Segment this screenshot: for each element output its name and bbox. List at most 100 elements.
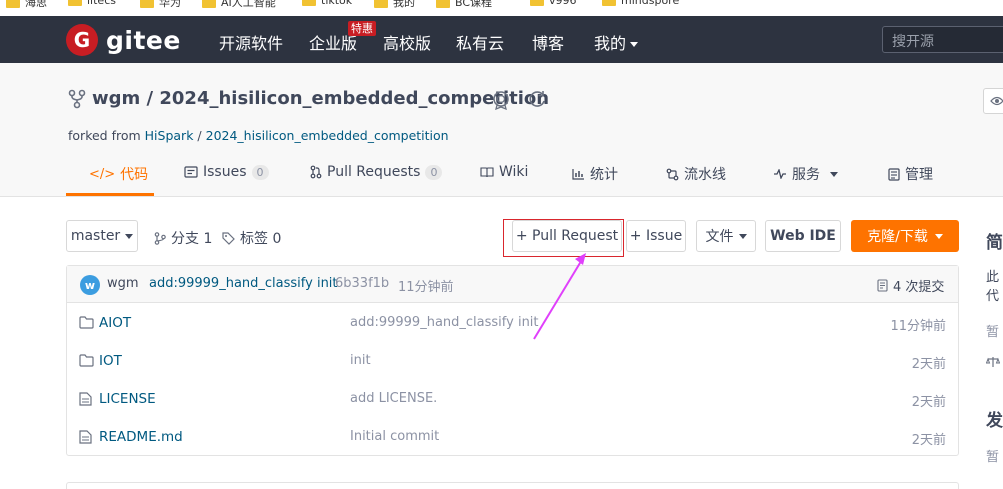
bookmark-item[interactable]: 我的: [374, 0, 415, 10]
book-icon: [480, 167, 494, 178]
folder-icon: [140, 0, 154, 8]
file-time: 11分钟前: [890, 319, 946, 334]
repo-title[interactable]: wgm / 2024_hisilicon_embedded_competitio…: [92, 88, 549, 109]
bookmark-item[interactable]: BC课程: [436, 0, 492, 10]
sidebar-empty: 暂: [986, 325, 1000, 340]
chevron-down-icon: [630, 42, 639, 47]
search-input[interactable]: 搜开源: [882, 26, 1003, 53]
code-icon: </>: [89, 166, 116, 182]
commit-count-link[interactable]: 4 次提交: [877, 276, 944, 295]
forked-owner-link[interactable]: HiSpark: [145, 128, 194, 143]
web-ide-button[interactable]: Web IDE: [765, 220, 841, 252]
issues-icon: [184, 166, 198, 178]
chevron-down-icon: [125, 233, 134, 239]
forked-from: forked from HiSpark / 2024_hisilicon_emb…: [68, 128, 449, 143]
bookmark-item[interactable]: 海思: [6, 0, 47, 10]
nav-open-source[interactable]: 开源软件: [219, 30, 283, 54]
watch-button[interactable]: [983, 88, 1003, 114]
file-commit-message[interactable]: Initial commit: [350, 429, 439, 444]
gvp-badge-icon[interactable]: [492, 90, 510, 110]
tab-services[interactable]: 服务: [773, 164, 838, 184]
commit-hash[interactable]: 6b33f1b: [335, 276, 389, 291]
folder-icon: [374, 0, 388, 8]
sidebar-desc: 此: [986, 270, 1000, 285]
scale-icon: [986, 357, 1000, 367]
chevron-down-icon: [738, 233, 747, 239]
file-name[interactable]: IOT: [99, 353, 122, 369]
eye-icon: [990, 96, 1003, 106]
table-row[interactable]: LICENSE add LICENSE. 2天前: [67, 380, 958, 418]
avatar[interactable]: w: [80, 275, 100, 295]
commit-message[interactable]: add:99999_hand_classify init: [149, 276, 338, 291]
folder-icon: [202, 0, 216, 8]
tag-icon: [222, 231, 235, 245]
commits-icon: [877, 279, 888, 292]
file-time: 2天前: [911, 357, 946, 372]
chevron-down-icon: [934, 233, 943, 239]
tab-issues[interactable]: Issues 0: [184, 164, 269, 180]
tab-pipeline[interactable]: 流水线: [666, 164, 726, 184]
table-row[interactable]: IOT init 2天前: [67, 342, 958, 380]
table-row[interactable]: AIOT add:99999_hand_classify init 11分钟前: [67, 304, 958, 342]
sidebar-empty: 暂: [986, 450, 1000, 465]
latest-commit-bar: w wgm add:99999_hand_classify init 6b33f…: [67, 266, 958, 303]
sync-icon[interactable]: [527, 89, 547, 109]
tab-manage[interactable]: 管理: [888, 164, 933, 184]
folder-icon: [602, 0, 616, 6]
file-name[interactable]: AIOT: [99, 315, 131, 331]
file-commit-message[interactable]: add:99999_hand_classify init: [350, 315, 539, 330]
file-icon: [79, 392, 92, 406]
tab-pull-requests[interactable]: Pull Requests 0: [310, 164, 443, 180]
new-issue-button[interactable]: + Issue: [626, 220, 686, 252]
file-time: 2天前: [911, 433, 946, 448]
nav-mine-label: 我的: [594, 34, 627, 53]
file-menu-button[interactable]: 文件: [696, 220, 756, 252]
bookmark-item[interactable]: mindspore: [602, 0, 679, 7]
annotation-arrow: [533, 253, 586, 340]
file-time: 2天前: [911, 395, 946, 410]
nav-mine[interactable]: 我的: [594, 30, 639, 54]
branches-link[interactable]: 分支 1: [154, 228, 212, 248]
bookmarks-bar: 海思 litecs 华为 AI人工智能 tiktok 我的 BC课程 v996 …: [0, 0, 1003, 16]
pull-requests-count: 0: [425, 164, 443, 180]
bar-chart-icon: [572, 169, 584, 180]
bookmark-item[interactable]: AI人工智能: [202, 0, 276, 10]
sidebar-desc: 代: [986, 289, 1000, 304]
bookmark-item[interactable]: 华为: [140, 0, 181, 10]
forked-repo-link[interactable]: 2024_hisilicon_embedded_competition: [206, 128, 449, 143]
folder-icon: [79, 316, 94, 329]
table-row[interactable]: README.md Initial commit 2天前: [67, 418, 958, 456]
tags-link[interactable]: 标签 0: [222, 228, 281, 248]
folder-icon: [68, 0, 82, 6]
brand-name: gitee: [106, 25, 181, 55]
tab-code[interactable]: </> 代码: [89, 164, 148, 184]
gitee-logo[interactable]: G gitee: [66, 24, 181, 56]
fork-icon: [68, 89, 86, 109]
pipeline-icon: [666, 168, 679, 180]
bookmark-item[interactable]: tiktok: [302, 0, 352, 7]
active-tab-indicator: [66, 193, 154, 196]
chevron-down-icon: [830, 171, 838, 177]
branch-icon: [154, 231, 166, 245]
clone-download-button[interactable]: 克隆/下载: [851, 220, 959, 252]
file-list: w wgm add:99999_hand_classify init 6b33f…: [66, 265, 959, 456]
file-commit-message[interactable]: add LICENSE.: [350, 391, 437, 406]
special-offer-badge: 特惠: [348, 21, 376, 36]
manage-icon: [888, 167, 900, 181]
commit-author[interactable]: wgm: [107, 276, 139, 291]
nav-blog[interactable]: 博客: [532, 30, 564, 54]
file-name[interactable]: README.md: [99, 429, 183, 445]
top-navbar: G gitee 开源软件 企业版 特惠 高校版 私有云 博客 我的 搜开源: [0, 16, 1003, 63]
file-commit-message[interactable]: init: [350, 353, 371, 368]
nav-private-cloud[interactable]: 私有云: [456, 30, 504, 54]
bookmark-item[interactable]: v996: [530, 0, 577, 7]
issues-count: 0: [251, 164, 269, 180]
bookmark-item[interactable]: litecs: [68, 0, 116, 7]
tab-wiki[interactable]: Wiki: [480, 164, 528, 180]
tab-stats[interactable]: 统计: [572, 164, 618, 184]
pull-request-icon: [310, 165, 322, 179]
folder-icon: [302, 0, 316, 6]
branch-select[interactable]: master: [66, 220, 138, 252]
file-name[interactable]: LICENSE: [99, 391, 156, 407]
nav-education[interactable]: 高校版: [383, 30, 431, 54]
